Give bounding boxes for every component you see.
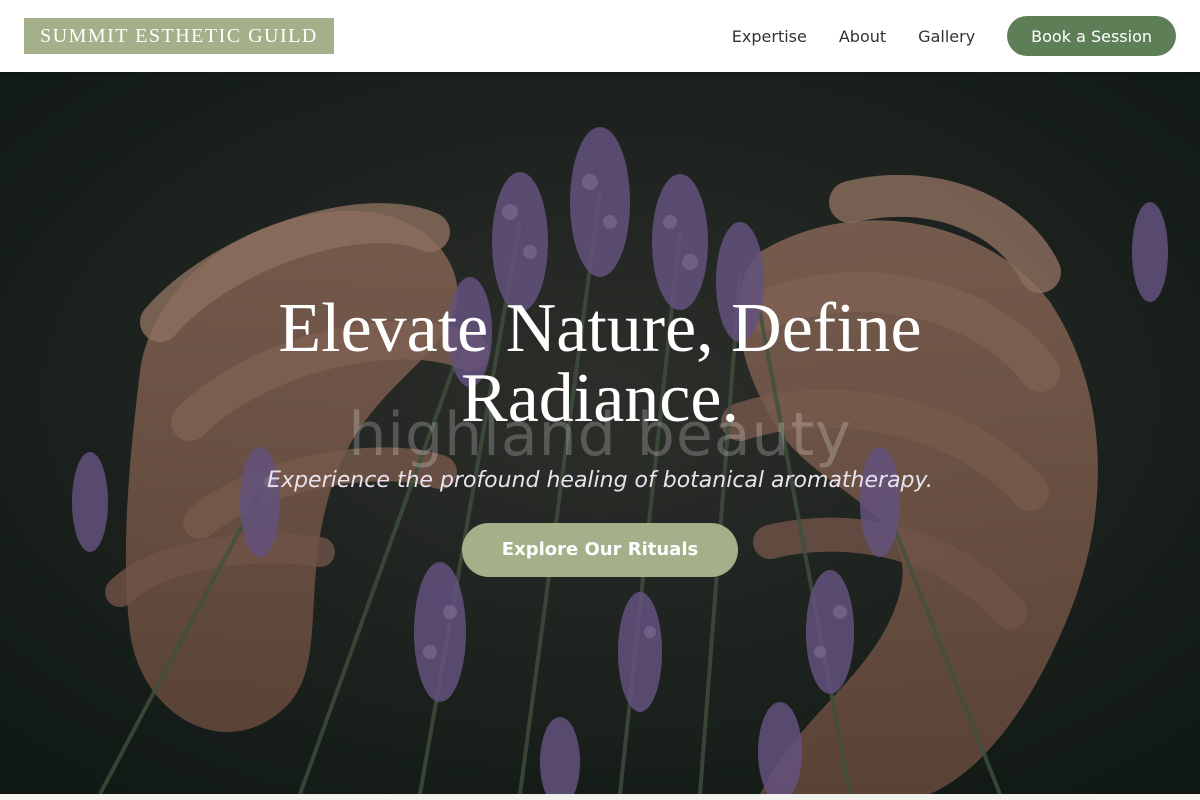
logo-text: SUMMIT ESTHETIC GUILD	[40, 24, 318, 47]
hero-subtitle: Experience the profound healing of botan…	[267, 468, 933, 493]
site-header: SUMMIT ESTHETIC GUILD Expertise About Ga…	[0, 0, 1200, 72]
hero-content: Elevate Nature, Define Radiance. Experie…	[0, 294, 1200, 577]
hero-title-line-2: Radiance.	[461, 360, 739, 437]
main-nav: Expertise About Gallery Book a Session	[732, 0, 1176, 72]
book-session-button[interactable]: Book a Session	[1007, 16, 1176, 56]
logo[interactable]: SUMMIT ESTHETIC GUILD	[24, 18, 334, 54]
hero-section: highland beauty Elevate Nature, Define R…	[0, 72, 1200, 794]
nav-link-gallery[interactable]: Gallery	[918, 27, 975, 46]
explore-rituals-button[interactable]: Explore Our Rituals	[461, 523, 739, 577]
nav-link-about[interactable]: About	[839, 27, 886, 46]
hero-title: Elevate Nature, Define Radiance.	[0, 294, 1200, 434]
nav-link-expertise[interactable]: Expertise	[732, 27, 807, 46]
section-divider	[0, 794, 1200, 800]
hero-title-line-1: Elevate Nature, Define	[278, 290, 922, 367]
